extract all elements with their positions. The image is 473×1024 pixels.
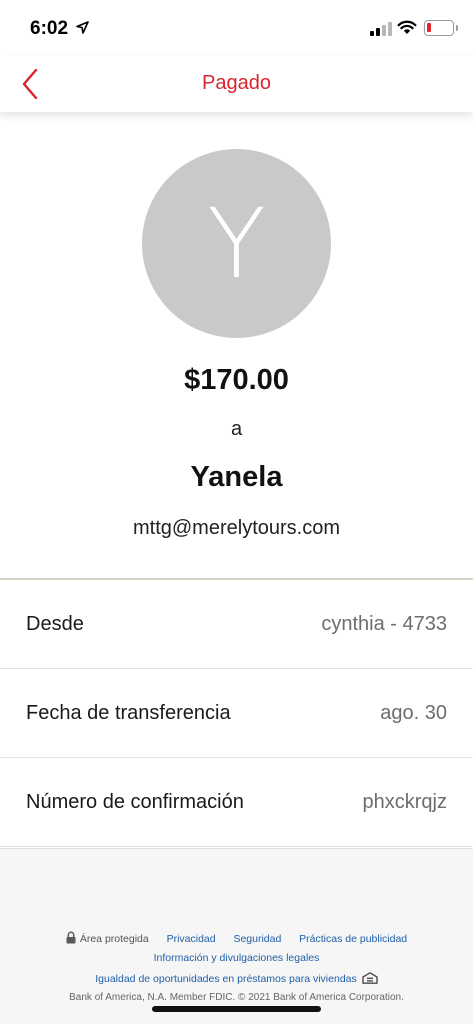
footer-equal-housing-row: Igualdad de oportunidades en préstamos p… [0, 972, 473, 987]
details-list: Desde cynthia - 4733 Fecha de transferen… [0, 580, 473, 847]
legal-disclosures-link[interactable]: Información y divulgaciones legales [154, 952, 320, 964]
detail-label: Fecha de transferencia [26, 701, 231, 724]
equal-housing-icon [362, 972, 378, 987]
detail-value: phxckrqjz [362, 790, 447, 813]
payment-amount: $170.00 [184, 364, 289, 396]
secure-area-label: Área protegida [79, 933, 149, 945]
cellular-signal-icon [370, 22, 392, 36]
footer: Área protegida Privacidad Seguridad Prác… [0, 848, 473, 1024]
detail-value: cynthia - 4733 [321, 612, 447, 635]
copyright-text: Bank of America, N.A. Member FDIC. © 202… [69, 992, 404, 1003]
footer-links-row: Área protegida Privacidad Seguridad Prác… [0, 931, 473, 947]
status-time: 6:02 [30, 18, 69, 39]
to-label: a [230, 418, 243, 440]
detail-row-confirmation: Número de confirmación phxckrqjz [0, 758, 473, 847]
avatar: Y [142, 149, 331, 338]
battery-level [427, 23, 431, 32]
payee-name: Yanela [190, 461, 283, 493]
detail-label: Desde [26, 612, 84, 635]
security-link[interactable]: Seguridad [233, 933, 281, 945]
home-indicator[interactable] [152, 1006, 321, 1012]
page-title: Pagado [202, 72, 271, 94]
location-arrow-icon [76, 21, 89, 34]
battery-icon [424, 20, 458, 36]
avatar-initial: Y [207, 187, 266, 300]
status-bar: 6:02 [0, 0, 473, 56]
detail-label: Número de confirmación [26, 790, 244, 813]
equal-housing-link[interactable]: Igualdad de oportunidades en préstamos p… [95, 973, 357, 985]
lock-icon [66, 931, 76, 947]
detail-value: ago. 30 [380, 701, 447, 724]
privacy-link[interactable]: Privacidad [167, 933, 216, 945]
detail-row-transfer-date: Fecha de transferencia ago. 30 [0, 669, 473, 758]
wifi-icon [397, 20, 417, 34]
detail-row-from: Desde cynthia - 4733 [0, 580, 473, 669]
payee-email: mttg@merelytours.com [132, 517, 340, 539]
nav-bar: Pagado [0, 56, 473, 112]
footer-legal-row: Información y divulgaciones legales [0, 952, 473, 964]
ad-practices-link[interactable]: Prácticas de publicidad [299, 933, 407, 945]
